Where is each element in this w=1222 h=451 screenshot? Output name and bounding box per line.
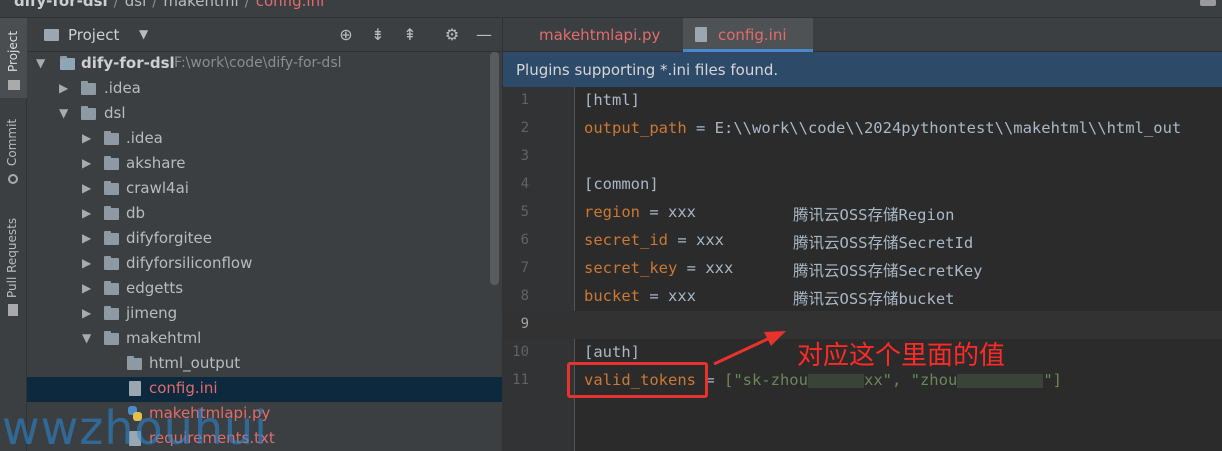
annotation-text: 对应这个里面的值 bbox=[797, 341, 1006, 371]
annotation-arrow bbox=[713, 331, 786, 366]
